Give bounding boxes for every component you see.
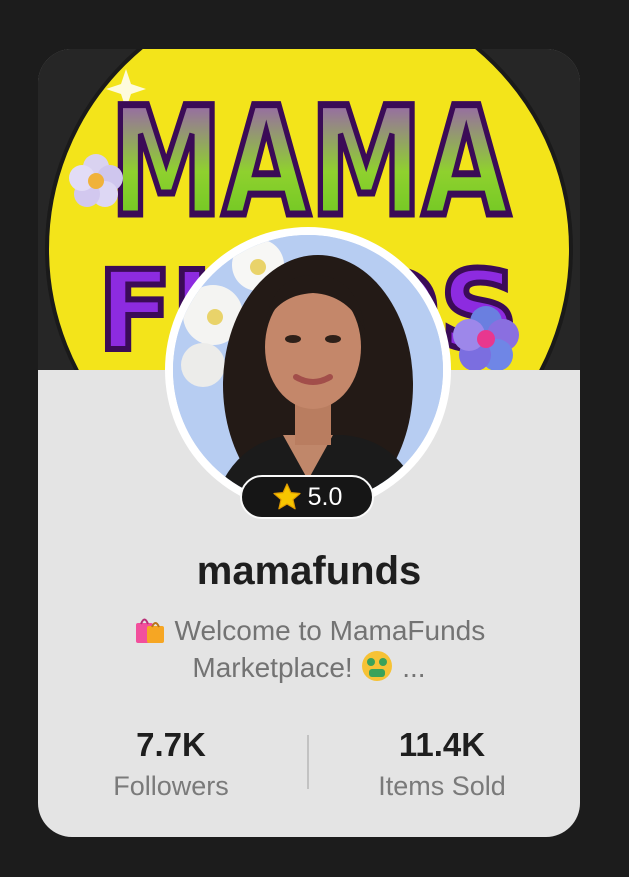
bio-line1: Welcome to MamaFunds [174, 615, 486, 646]
stats-divider [307, 735, 309, 789]
followers-label: Followers [113, 771, 229, 801]
followers-count: 7.7K [136, 726, 206, 763]
bio-line2: Marketplace! [192, 652, 353, 683]
bio[interactable]: Welcome to MamaFunds Marketplace! ... [98, 612, 520, 686]
shopping-bags-emoji [135, 618, 164, 643]
profile-card: MAMA FUNDS [38, 49, 580, 837]
items-sold-count: 11.4K [398, 726, 486, 763]
stat-followers[interactable]: 7.7K Followers [51, 725, 291, 802]
username: mamafunds [196, 549, 422, 593]
avatar-ring[interactable] [165, 227, 451, 513]
rating-value: 5.0 [307, 482, 343, 511]
stat-items-sold[interactable]: 11.4K Items Sold [322, 725, 562, 802]
avatar[interactable] [173, 235, 443, 505]
money-mouth-face-emoji [362, 651, 393, 681]
rating-badge: 5.0 [240, 475, 374, 519]
bio-ellipsis: ... [402, 652, 426, 683]
items-sold-label: Items Sold [378, 771, 506, 801]
star-icon [273, 483, 301, 510]
banner-logo-top: MAMA [110, 76, 510, 250]
